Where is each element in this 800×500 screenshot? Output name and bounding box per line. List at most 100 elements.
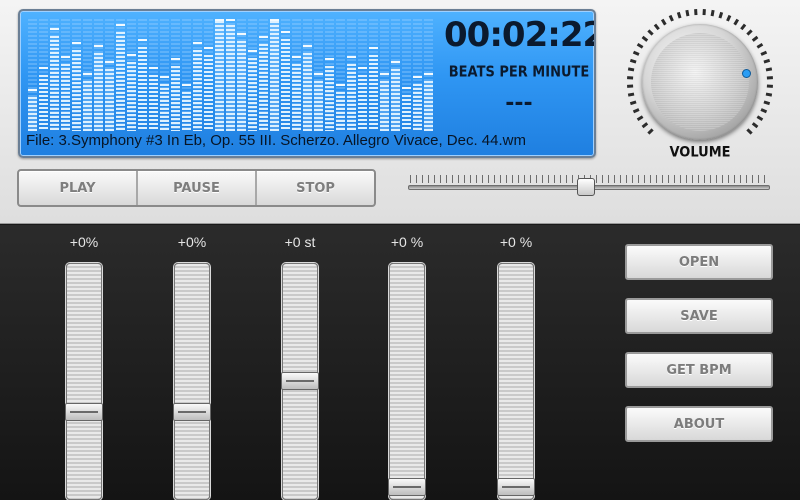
spectrum-bar — [259, 44, 268, 131]
stop-button[interactable]: STOP — [257, 171, 374, 205]
adjuster-4-track[interactable] — [389, 263, 425, 500]
spectrum-peak — [281, 31, 290, 33]
volume-tick — [702, 9, 706, 16]
adjuster-4-value: +0 % — [390, 234, 424, 250]
spectrum-bar — [94, 53, 103, 131]
spectrum-bar — [380, 81, 389, 131]
volume-tick — [756, 115, 764, 122]
spectrum-analyzer — [28, 19, 433, 131]
spectrum-bar — [358, 75, 367, 131]
spectrum-peak — [127, 54, 136, 56]
spectrum-peak — [105, 61, 114, 63]
bottom-panel: +0% +0% +0 st +0 % +0 % OPEN SAVE GET BP… — [0, 225, 800, 500]
adjuster-3-value: +0 st — [284, 234, 316, 250]
spectrum-bar — [281, 39, 290, 131]
spectrum-bar — [215, 21, 224, 131]
spectrum-peak — [94, 45, 103, 47]
pause-button[interactable]: PAUSE — [138, 171, 257, 205]
about-button[interactable]: ABOUT — [625, 406, 773, 442]
volume-tick — [746, 29, 753, 36]
spectrum-bar — [138, 47, 147, 131]
volume-control[interactable] — [623, 5, 777, 159]
spectrum-bar — [424, 81, 433, 131]
volume-tick — [647, 29, 654, 36]
spectrum-bar — [226, 25, 235, 131]
volume-tick — [627, 76, 634, 80]
spectrum-bar — [28, 97, 37, 131]
adjuster-1-thumb[interactable] — [65, 403, 103, 421]
spectrum-bar — [347, 64, 356, 131]
spectrum-peak — [160, 76, 169, 78]
volume-tick — [627, 67, 635, 72]
volume-tick — [641, 122, 649, 129]
spectrum-peak — [171, 58, 180, 60]
spectrum-peak — [303, 45, 312, 47]
adjuster-3-thumb[interactable] — [281, 372, 319, 390]
spectrum-peak — [325, 58, 334, 60]
seek-thumb[interactable] — [577, 178, 595, 196]
time-readout: 00:02:22 — [444, 15, 596, 55]
spectrum-bar — [413, 84, 422, 131]
volume-tick — [685, 9, 690, 17]
spectrum-bar — [193, 50, 202, 131]
volume-tick — [751, 35, 759, 42]
volume-tick — [760, 50, 768, 56]
volume-tick — [627, 84, 634, 88]
spectrum-bar — [292, 64, 301, 131]
volume-tick — [632, 50, 640, 56]
adjuster-2-thumb[interactable] — [173, 403, 211, 421]
volume-tick — [676, 11, 682, 19]
volume-indicator-icon — [742, 68, 752, 78]
spectrum-peak — [248, 50, 257, 52]
volume-tick — [760, 108, 768, 114]
volume-tick — [756, 42, 764, 49]
spectrum-peak — [369, 47, 378, 49]
spectrum-peak — [292, 56, 301, 58]
spectrum-peak — [314, 73, 323, 75]
open-button[interactable]: OPEN — [625, 244, 773, 280]
volume-tick — [733, 18, 740, 26]
spectrum-bar — [50, 36, 59, 131]
spectrum-peak — [182, 84, 191, 86]
spectrum-bar — [105, 69, 114, 131]
play-button[interactable]: PLAY — [19, 171, 138, 205]
volume-tick — [710, 9, 715, 17]
lcd-display: 00:02:22 BEATS PER MINUTE --- File: 3.Sy… — [18, 9, 596, 158]
spectrum-peak — [424, 73, 433, 75]
spectrum-peak — [380, 73, 389, 75]
seek-slider[interactable] — [408, 171, 770, 197]
adjuster-2-track[interactable] — [174, 263, 210, 500]
spectrum-bar — [391, 69, 400, 131]
volume-tick — [636, 42, 644, 49]
file-name: File: 3.Symphony #3 In Eb, Op. 55 III. S… — [26, 132, 526, 149]
spectrum-bar — [270, 21, 279, 131]
spectrum-peak — [358, 67, 367, 69]
spectrum-peak — [347, 56, 356, 58]
volume-label: VOLUME — [669, 144, 731, 161]
adjuster-1-value: +0% — [69, 234, 99, 250]
spectrum-peak — [193, 42, 202, 44]
spectrum-peak — [204, 47, 213, 49]
spectrum-bar — [402, 95, 411, 131]
spectrum-peak — [270, 19, 279, 21]
volume-tick — [668, 14, 674, 22]
adjuster-5-thumb[interactable] — [497, 478, 535, 496]
spectrum-bar — [72, 50, 81, 131]
spectrum-peak — [138, 39, 147, 41]
volume-tick — [726, 14, 732, 22]
spectrum-peak — [226, 19, 235, 21]
volume-tick — [647, 128, 654, 135]
volume-knob-icon[interactable] — [642, 24, 758, 140]
volume-tick — [694, 9, 698, 16]
adjuster-1-track[interactable] — [66, 263, 102, 500]
volume-tick — [627, 92, 635, 97]
save-button[interactable]: SAVE — [625, 298, 773, 334]
spectrum-peak — [149, 67, 158, 69]
adjuster-5-track[interactable] — [498, 263, 534, 500]
spectrum-bar — [325, 66, 334, 131]
get-bpm-button[interactable]: GET BPM — [625, 352, 773, 388]
adjuster-4-thumb[interactable] — [388, 478, 426, 496]
spectrum-peak — [72, 42, 81, 44]
spectrum-peak — [413, 76, 422, 78]
volume-tick — [636, 115, 644, 122]
